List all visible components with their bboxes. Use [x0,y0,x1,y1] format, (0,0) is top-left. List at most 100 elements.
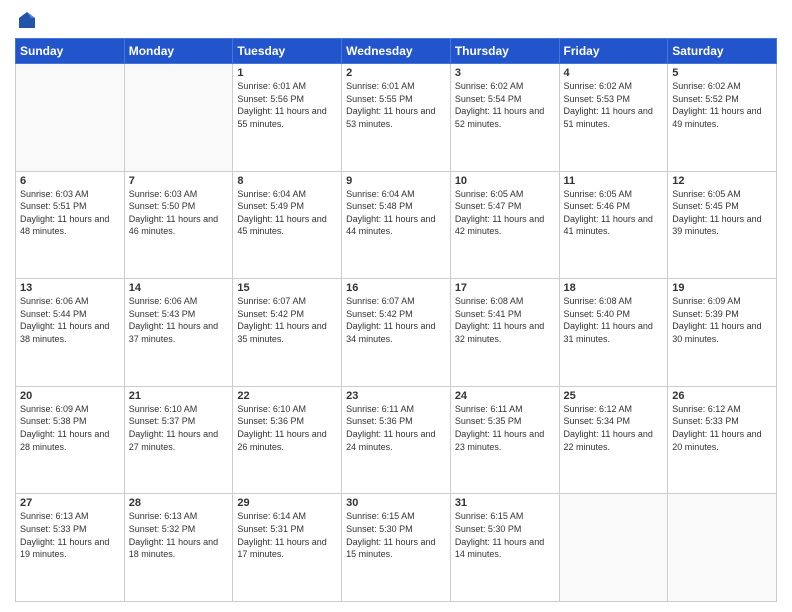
cell-info: Sunrise: 6:01 AMSunset: 5:56 PMDaylight:… [237,80,337,130]
header-row: SundayMondayTuesdayWednesdayThursdayFrid… [16,39,777,64]
cell-info: Sunrise: 6:09 AMSunset: 5:38 PMDaylight:… [20,403,120,453]
calendar-cell: 1Sunrise: 6:01 AMSunset: 5:56 PMDaylight… [233,64,342,172]
calendar-cell: 18Sunrise: 6:08 AMSunset: 5:40 PMDayligh… [559,279,668,387]
cell-day-number: 30 [346,497,446,509]
cell-info: Sunrise: 6:02 AMSunset: 5:53 PMDaylight:… [564,80,664,130]
calendar-cell: 10Sunrise: 6:05 AMSunset: 5:47 PMDayligh… [450,171,559,279]
cell-day-number: 3 [455,67,555,79]
logo [15,10,37,30]
cell-day-number: 19 [672,282,772,294]
cell-info: Sunrise: 6:07 AMSunset: 5:42 PMDaylight:… [346,295,446,345]
cell-info: Sunrise: 6:02 AMSunset: 5:54 PMDaylight:… [455,80,555,130]
week-row-5: 27Sunrise: 6:13 AMSunset: 5:33 PMDayligh… [16,494,777,602]
calendar-cell: 31Sunrise: 6:15 AMSunset: 5:30 PMDayligh… [450,494,559,602]
cell-info: Sunrise: 6:05 AMSunset: 5:45 PMDaylight:… [672,188,772,238]
cell-day-number: 22 [237,390,337,402]
cell-day-number: 27 [20,497,120,509]
cell-info: Sunrise: 6:04 AMSunset: 5:49 PMDaylight:… [237,188,337,238]
cell-day-number: 25 [564,390,664,402]
cell-day-number: 15 [237,282,337,294]
cell-day-number: 20 [20,390,120,402]
day-header-tuesday: Tuesday [233,39,342,64]
calendar-cell: 11Sunrise: 6:05 AMSunset: 5:46 PMDayligh… [559,171,668,279]
calendar-cell [559,494,668,602]
calendar-header: SundayMondayTuesdayWednesdayThursdayFrid… [16,39,777,64]
day-header-monday: Monday [124,39,233,64]
cell-info: Sunrise: 6:03 AMSunset: 5:51 PMDaylight:… [20,188,120,238]
cell-info: Sunrise: 6:08 AMSunset: 5:40 PMDaylight:… [564,295,664,345]
cell-day-number: 8 [237,175,337,187]
day-header-friday: Friday [559,39,668,64]
cell-info: Sunrise: 6:04 AMSunset: 5:48 PMDaylight:… [346,188,446,238]
calendar-cell: 19Sunrise: 6:09 AMSunset: 5:39 PMDayligh… [668,279,777,387]
header [15,10,777,30]
calendar-cell: 27Sunrise: 6:13 AMSunset: 5:33 PMDayligh… [16,494,125,602]
cell-info: Sunrise: 6:09 AMSunset: 5:39 PMDaylight:… [672,295,772,345]
cell-day-number: 9 [346,175,446,187]
cell-info: Sunrise: 6:03 AMSunset: 5:50 PMDaylight:… [129,188,229,238]
logo-icon [17,10,37,30]
cell-info: Sunrise: 6:06 AMSunset: 5:44 PMDaylight:… [20,295,120,345]
cell-info: Sunrise: 6:12 AMSunset: 5:33 PMDaylight:… [672,403,772,453]
cell-day-number: 21 [129,390,229,402]
cell-info: Sunrise: 6:13 AMSunset: 5:32 PMDaylight:… [129,510,229,560]
week-row-2: 6Sunrise: 6:03 AMSunset: 5:51 PMDaylight… [16,171,777,279]
cell-info: Sunrise: 6:10 AMSunset: 5:36 PMDaylight:… [237,403,337,453]
cell-day-number: 26 [672,390,772,402]
cell-day-number: 14 [129,282,229,294]
calendar-cell: 28Sunrise: 6:13 AMSunset: 5:32 PMDayligh… [124,494,233,602]
cell-day-number: 11 [564,175,664,187]
calendar-cell: 23Sunrise: 6:11 AMSunset: 5:36 PMDayligh… [342,386,451,494]
week-row-1: 1Sunrise: 6:01 AMSunset: 5:56 PMDaylight… [16,64,777,172]
cell-info: Sunrise: 6:02 AMSunset: 5:52 PMDaylight:… [672,80,772,130]
calendar-cell: 29Sunrise: 6:14 AMSunset: 5:31 PMDayligh… [233,494,342,602]
calendar-body: 1Sunrise: 6:01 AMSunset: 5:56 PMDaylight… [16,64,777,602]
cell-info: Sunrise: 6:11 AMSunset: 5:35 PMDaylight:… [455,403,555,453]
cell-day-number: 6 [20,175,120,187]
cell-day-number: 31 [455,497,555,509]
cell-day-number: 18 [564,282,664,294]
calendar-cell: 21Sunrise: 6:10 AMSunset: 5:37 PMDayligh… [124,386,233,494]
calendar-cell: 3Sunrise: 6:02 AMSunset: 5:54 PMDaylight… [450,64,559,172]
cell-day-number: 7 [129,175,229,187]
week-row-4: 20Sunrise: 6:09 AMSunset: 5:38 PMDayligh… [16,386,777,494]
cell-day-number: 28 [129,497,229,509]
calendar-cell: 30Sunrise: 6:15 AMSunset: 5:30 PMDayligh… [342,494,451,602]
calendar-cell: 14Sunrise: 6:06 AMSunset: 5:43 PMDayligh… [124,279,233,387]
calendar-cell: 26Sunrise: 6:12 AMSunset: 5:33 PMDayligh… [668,386,777,494]
cell-info: Sunrise: 6:13 AMSunset: 5:33 PMDaylight:… [20,510,120,560]
cell-day-number: 10 [455,175,555,187]
cell-info: Sunrise: 6:11 AMSunset: 5:36 PMDaylight:… [346,403,446,453]
cell-info: Sunrise: 6:12 AMSunset: 5:34 PMDaylight:… [564,403,664,453]
calendar-cell [668,494,777,602]
calendar-cell: 7Sunrise: 6:03 AMSunset: 5:50 PMDaylight… [124,171,233,279]
cell-day-number: 29 [237,497,337,509]
day-header-saturday: Saturday [668,39,777,64]
cell-day-number: 16 [346,282,446,294]
cell-day-number: 4 [564,67,664,79]
cell-info: Sunrise: 6:14 AMSunset: 5:31 PMDaylight:… [237,510,337,560]
day-header-thursday: Thursday [450,39,559,64]
cell-info: Sunrise: 6:05 AMSunset: 5:47 PMDaylight:… [455,188,555,238]
calendar-table: SundayMondayTuesdayWednesdayThursdayFrid… [15,38,777,602]
cell-info: Sunrise: 6:06 AMSunset: 5:43 PMDaylight:… [129,295,229,345]
cell-day-number: 17 [455,282,555,294]
cell-info: Sunrise: 6:15 AMSunset: 5:30 PMDaylight:… [455,510,555,560]
calendar-cell: 22Sunrise: 6:10 AMSunset: 5:36 PMDayligh… [233,386,342,494]
cell-info: Sunrise: 6:10 AMSunset: 5:37 PMDaylight:… [129,403,229,453]
cell-info: Sunrise: 6:01 AMSunset: 5:55 PMDaylight:… [346,80,446,130]
calendar-cell [124,64,233,172]
day-header-sunday: Sunday [16,39,125,64]
calendar-cell: 12Sunrise: 6:05 AMSunset: 5:45 PMDayligh… [668,171,777,279]
cell-info: Sunrise: 6:07 AMSunset: 5:42 PMDaylight:… [237,295,337,345]
calendar-cell: 25Sunrise: 6:12 AMSunset: 5:34 PMDayligh… [559,386,668,494]
calendar-cell: 2Sunrise: 6:01 AMSunset: 5:55 PMDaylight… [342,64,451,172]
week-row-3: 13Sunrise: 6:06 AMSunset: 5:44 PMDayligh… [16,279,777,387]
cell-day-number: 5 [672,67,772,79]
calendar-cell: 13Sunrise: 6:06 AMSunset: 5:44 PMDayligh… [16,279,125,387]
calendar-cell: 20Sunrise: 6:09 AMSunset: 5:38 PMDayligh… [16,386,125,494]
cell-info: Sunrise: 6:05 AMSunset: 5:46 PMDaylight:… [564,188,664,238]
calendar-cell: 17Sunrise: 6:08 AMSunset: 5:41 PMDayligh… [450,279,559,387]
calendar-cell: 15Sunrise: 6:07 AMSunset: 5:42 PMDayligh… [233,279,342,387]
calendar-cell: 8Sunrise: 6:04 AMSunset: 5:49 PMDaylight… [233,171,342,279]
